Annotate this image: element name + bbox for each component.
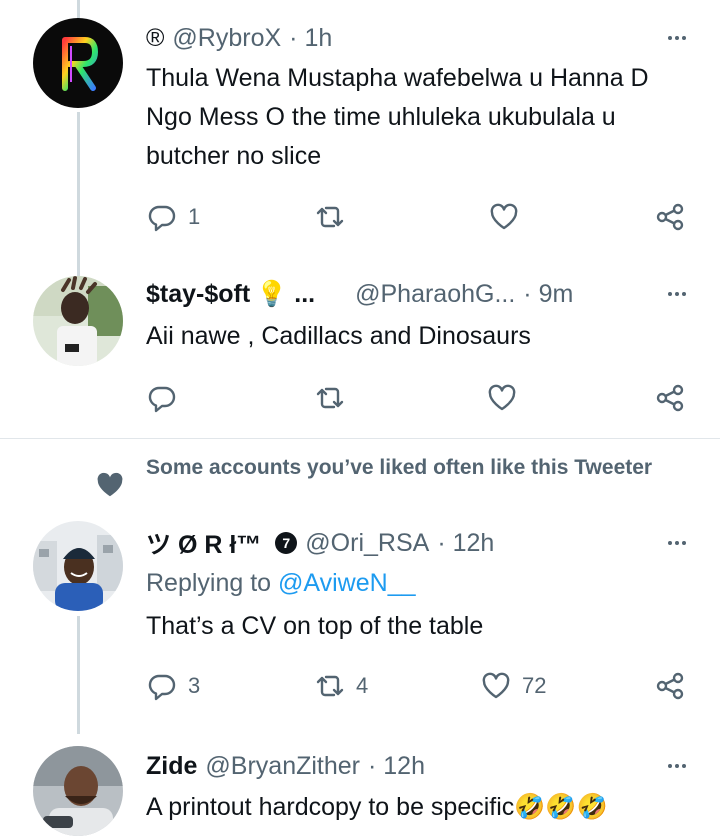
replying-to: Replying to @AviweN__ — [146, 569, 416, 598]
more-icon[interactable] — [665, 278, 686, 310]
user-photo-avatar — [33, 276, 123, 366]
tweet-header: Zide @BryanZither · 12h — [146, 750, 690, 782]
reply-button[interactable]: 1 — [146, 197, 200, 237]
retweet-icon — [316, 206, 344, 228]
badge-icon: 7 — [275, 532, 298, 554]
rybrox-logo-avatar — [33, 18, 123, 108]
reply-count: 1 — [188, 204, 201, 229]
handle[interactable]: @Ori_RSA — [305, 529, 429, 558]
share-button[interactable] — [654, 666, 686, 706]
replying-handle-link[interactable]: @AviweN__ — [278, 569, 415, 597]
reply-button[interactable] — [146, 378, 188, 418]
reply-count: 3 — [188, 673, 201, 698]
user-photo-avatar — [33, 746, 123, 836]
timestamp[interactable]: · 9m — [523, 280, 573, 309]
share-icon — [656, 384, 684, 412]
tweet-header: ® @RybroX · 1h — [146, 22, 690, 54]
share-button[interactable] — [654, 197, 686, 237]
display-name[interactable]: ツ Ø R ł™ — [146, 525, 261, 561]
like-button[interactable] — [486, 378, 528, 418]
tweet[interactable]: ツ Ø R ł™ 7 @Ori_RSA · 12h Replying to @A… — [0, 515, 720, 730]
tweet[interactable]: $tay-$oft 💡 ... @PharaohG... · 9m Aii na… — [0, 260, 720, 438]
retweet-icon — [316, 387, 344, 409]
more-icon[interactable] — [665, 22, 686, 54]
tweet-actions — [146, 378, 691, 418]
timestamp[interactable]: · 12h — [437, 529, 494, 558]
tweet[interactable]: ® @RybroX · 1h Thula Wena Mustapha wafeb… — [0, 0, 720, 260]
display-name[interactable]: $tay-$oft — [146, 280, 250, 309]
more-icon[interactable] — [665, 527, 686, 559]
like-count: 72 — [522, 673, 547, 698]
like-icon — [488, 384, 516, 411]
timestamp[interactable]: · 1h — [289, 24, 332, 53]
replying-label: Replying to — [146, 569, 272, 597]
reply-icon — [148, 386, 176, 413]
tweet-actions: 1 — [146, 197, 691, 237]
share-button[interactable] — [654, 378, 686, 418]
tweet-text: A printout hardcopy to be specific🤣🤣🤣 — [146, 793, 608, 821]
timestamp[interactable]: · 12h — [368, 752, 425, 781]
like-icon — [490, 203, 518, 230]
retweet-button[interactable]: 4 — [314, 666, 368, 706]
reply-icon — [148, 205, 176, 232]
user-photo-avatar — [33, 521, 123, 611]
share-icon — [656, 672, 684, 700]
handle[interactable]: @PharaohG... — [355, 280, 515, 309]
social-context-note: Some accounts you’ve liked often like th… — [146, 456, 653, 479]
share-icon — [656, 203, 684, 231]
avatar[interactable] — [33, 18, 123, 108]
like-button[interactable]: 72 — [480, 666, 546, 706]
tweet-text: Thula Wena Mustapha wafebelwa u Hanna D … — [146, 64, 649, 170]
tweet-text: Aii nawe , Cadillacs and Dinosaurs — [146, 322, 531, 350]
tweet-text: That’s a CV on top of the table — [146, 612, 484, 640]
name-suffix: 💡 ... — [256, 279, 316, 308]
avatar[interactable] — [33, 276, 123, 366]
reply-button[interactable]: 3 — [146, 666, 200, 706]
reply-icon — [148, 674, 176, 701]
tweet[interactable]: Zide @BryanZither · 12h A printout hardc… — [0, 738, 720, 836]
like-icon — [482, 672, 510, 699]
display-name[interactable]: Zide — [146, 752, 197, 781]
tweet-header: $tay-$oft 💡 ... @PharaohG... · 9m — [146, 278, 690, 310]
tweet-header: ツ Ø R ł™ 7 @Ori_RSA · 12h — [146, 525, 690, 561]
retweet-count: 4 — [356, 673, 369, 698]
more-icon[interactable] — [665, 750, 686, 782]
avatar[interactable] — [33, 521, 123, 611]
heart-icon — [95, 470, 125, 505]
retweet-icon — [316, 675, 344, 697]
display-name[interactable]: ® — [146, 24, 164, 53]
handle[interactable]: @RybroX — [172, 24, 281, 53]
retweet-button[interactable] — [314, 378, 356, 418]
tweet-actions: 3 4 72 — [146, 666, 691, 706]
handle[interactable]: @BryanZither — [205, 752, 360, 781]
divider — [0, 438, 720, 439]
like-button[interactable] — [488, 197, 530, 237]
retweet-button[interactable] — [314, 197, 356, 237]
avatar[interactable] — [33, 746, 123, 836]
